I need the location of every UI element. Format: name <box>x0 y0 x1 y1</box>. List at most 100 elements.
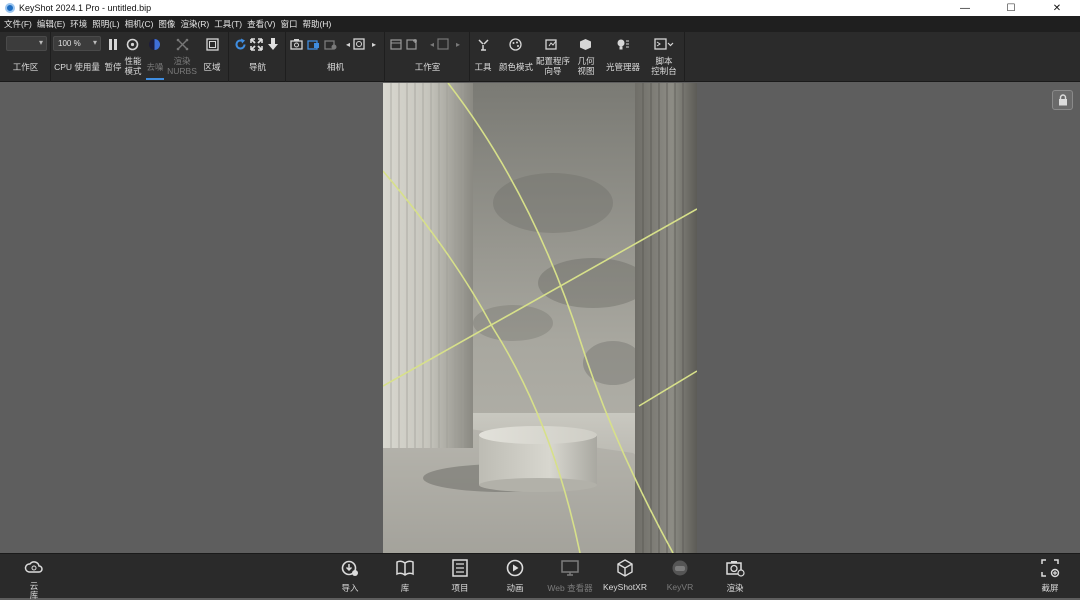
studio-icon[interactable] <box>389 37 403 51</box>
keyshotxr-label: KeyShotXR <box>603 582 647 592</box>
web-viewer-label: Web 查看器 <box>547 583 593 593</box>
render-controls-group: 100 % ▾ CPU 使用量 暂停 性能 模式 去噪 渲染 NURBS 区域 <box>51 32 229 82</box>
tools-label: 工具 <box>474 61 492 72</box>
screenshot-button[interactable]: 截屏 <box>1020 558 1080 598</box>
denoise-icon[interactable] <box>147 37 161 51</box>
menu-camera[interactable]: 相机(C) <box>124 18 158 30</box>
workspace-dropdown[interactable]: ▾ <box>6 36 47 51</box>
geometry-view-icon[interactable] <box>578 37 592 51</box>
lock-camera-button[interactable] <box>1052 90 1073 110</box>
pause-icon[interactable] <box>106 37 120 51</box>
rendered-scene-image <box>383 83 697 553</box>
light-manager-icon[interactable] <box>616 37 630 51</box>
bottom-toolbar: 云库 导入 库 项目 动画 Web 查看器 KeyShotXR KeyVR 渲染… <box>0 553 1080 600</box>
denoise-label: 去噪 <box>146 61 164 72</box>
menu-help[interactable]: 帮助(H) <box>301 18 335 30</box>
menu-edit[interactable]: 编辑(E) <box>36 18 69 30</box>
camera-view-icon[interactable] <box>352 37 366 51</box>
camera-add-icon[interactable] <box>289 37 303 51</box>
screenshot-label: 截屏 <box>1041 583 1059 593</box>
workspace-group: ▾ 工作区 <box>0 32 51 82</box>
close-button[interactable]: ✕ <box>1034 0 1080 16</box>
fit-view-icon[interactable] <box>249 37 263 51</box>
cube-icon <box>617 559 633 577</box>
render-button[interactable]: 渲染 <box>705 558 765 598</box>
next-camera-icon[interactable]: ▸ <box>367 37 381 51</box>
book-icon <box>396 560 414 576</box>
chevron-down-icon: ▾ <box>92 38 97 47</box>
refresh-icon[interactable] <box>233 37 247 51</box>
studio-group: ◂ ▸ 工作室 <box>385 32 470 82</box>
keyvr-label: KeyVR <box>666 582 694 592</box>
studio-add-icon[interactable] <box>405 37 419 51</box>
camera-group: ◂ ▸ 相机 <box>286 32 385 82</box>
region-label: 区域 <box>203 61 221 72</box>
workspace-label: 工作区 <box>12 61 39 72</box>
cloud-label-2: 库 <box>29 589 39 600</box>
cpu-usage-dropdown[interactable]: 100 % ▾ <box>53 36 101 51</box>
menu-file[interactable]: 文件(F) <box>3 18 36 30</box>
navigation-group: 导航 <box>229 32 286 82</box>
title-bar: KeyShot 2024.1 Pro - untitled.bip — ☐ ✕ <box>0 0 1080 16</box>
performance-mode-icon[interactable] <box>125 37 139 51</box>
real-time-viewport[interactable] <box>0 83 1080 553</box>
render-label: 渲染 <box>726 583 744 593</box>
nurbs-icon[interactable] <box>175 37 189 51</box>
project-list-icon <box>452 559 468 577</box>
menu-render[interactable]: 渲染(R) <box>179 18 213 30</box>
studio-view-icon[interactable] <box>436 37 450 51</box>
next-studio-icon[interactable]: ▸ <box>451 37 465 51</box>
cloud-icon <box>24 561 43 573</box>
denoise-active-indicator <box>146 78 164 80</box>
performance-mode-label: 性能 模式 <box>124 56 142 76</box>
monitor-icon <box>561 560 579 576</box>
menu-environment[interactable]: 环境 <box>69 18 91 30</box>
play-icon <box>506 559 524 577</box>
nurbs-label: 渲染 NURBS <box>167 56 197 76</box>
ribbon-toolbar: ▾ 工作区 100 % ▾ CPU 使用量 暂停 性能 模式 去噪 渲染 NURBS… <box>0 32 1080 82</box>
render-camera-icon <box>726 561 745 577</box>
web-viewer-button[interactable]: Web 查看器 <box>540 558 600 598</box>
keyvr-button[interactable]: KeyVR <box>650 558 710 598</box>
studio-label: 工作室 <box>414 61 441 72</box>
minimize-button[interactable]: — <box>942 0 988 16</box>
color-mode-icon[interactable] <box>508 37 522 51</box>
menu-tools[interactable]: 工具(T) <box>213 18 246 30</box>
light-manager-label: 光管理器 <box>605 61 640 72</box>
menu-view[interactable]: 查看(V) <box>246 18 279 30</box>
navigation-label: 导航 <box>248 61 266 72</box>
window-title: KeyShot 2024.1 Pro - untitled.bip <box>19 3 152 13</box>
camera-remove-icon[interactable] <box>323 37 337 51</box>
import-icon <box>341 560 358 576</box>
keyshotxr-button[interactable]: KeyShotXR <box>595 558 655 598</box>
screenshot-icon <box>1041 559 1060 578</box>
geometry-view-label: 几何 视图 <box>577 56 595 76</box>
configurator-wizard-label: 配置程序 向导 <box>535 56 570 76</box>
drop-to-ground-icon[interactable] <box>266 37 280 51</box>
tools-icon[interactable] <box>476 37 490 51</box>
menu-image[interactable]: 图像 <box>157 18 179 30</box>
lock-icon <box>1058 94 1067 106</box>
menu-window[interactable]: 窗口 <box>279 18 301 30</box>
menu-lighting[interactable]: 照明(L) <box>91 18 123 30</box>
render-view[interactable] <box>383 83 697 553</box>
cpu-usage-label: CPU 使用量 <box>54 61 100 72</box>
import-label: 导入 <box>341 583 359 593</box>
configurator-wizard-icon[interactable] <box>545 37 559 51</box>
cloud-library-button[interactable]: 云库 <box>4 558 64 600</box>
project-button[interactable]: 项目 <box>430 558 490 598</box>
script-console-icon[interactable] <box>654 37 674 51</box>
camera-lock-icon[interactable] <box>306 37 320 51</box>
menu-bar: 文件(F) 编辑(E) 环境 照明(L) 相机(C) 图像 渲染(R) 工具(T… <box>0 16 1080 32</box>
library-button[interactable]: 库 <box>375 558 435 598</box>
chevron-down-icon: ▾ <box>38 38 43 47</box>
project-label: 项目 <box>451 583 469 593</box>
animation-button[interactable]: 动画 <box>485 558 545 598</box>
color-mode-label: 颜色模式 <box>498 61 533 72</box>
library-label: 库 <box>400 583 410 593</box>
animation-label: 动画 <box>506 583 524 593</box>
maximize-button[interactable]: ☐ <box>988 0 1034 16</box>
import-button[interactable]: 导入 <box>320 558 380 598</box>
keyshot-logo-icon <box>5 3 15 13</box>
region-icon[interactable] <box>205 37 219 51</box>
